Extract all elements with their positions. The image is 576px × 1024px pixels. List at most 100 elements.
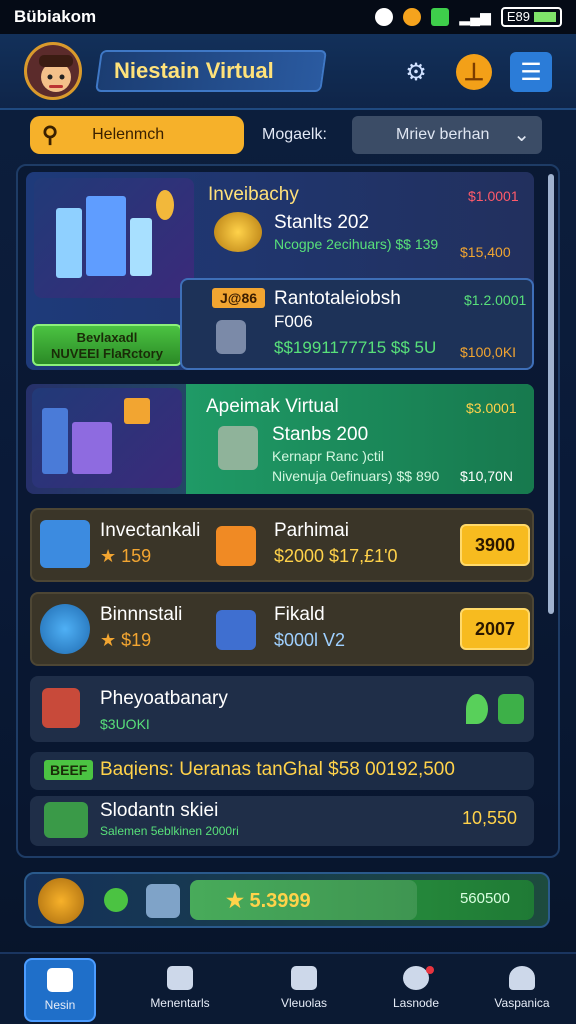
feature-1-title: Inveibachy <box>208 184 299 205</box>
feature-1-side: $15,400 <box>460 244 511 260</box>
nav-item-history[interactable]: Lasnode <box>366 958 466 1022</box>
feature-3-amount: $3.0001 <box>466 400 517 416</box>
feature-3-side: $10,70N <box>460 468 513 484</box>
feature-3-title: Apeimak Virtual <box>206 396 339 417</box>
list-item-1-price-2: $2000 $17,£1'0 <box>274 546 398 566</box>
buy-button-1[interactable]: 3900 <box>460 524 530 566</box>
cash-box-icon <box>146 884 180 918</box>
feature-card-3[interactable]: Apeimak Virtual $3.0001 Stanbs 200 Kerna… <box>26 384 534 494</box>
gear-icon: ⚙ <box>405 58 427 86</box>
list-item-2[interactable]: Binnnstali ★ $19 Fikald $000l V2 2007 <box>30 592 534 666</box>
boxes-icon <box>216 526 256 566</box>
filter-select[interactable]: Mriev berhan ⌄ <box>352 116 542 154</box>
list-item-3-sub: $3UOKI <box>100 716 150 732</box>
factory-button[interactable]: Bevlaxadl NUVEEI FlaRctory <box>32 324 182 366</box>
search-icon: ⚲ <box>42 122 59 147</box>
app-header: Niestain Virtual ⚙ ⊥ ☰ <box>0 34 576 110</box>
list-item-3[interactable]: Pheyoatbanary $3UOKI <box>30 676 534 742</box>
search-row: ⚲ Helenmch Mogaelk: Mriev berhan ⌄ <box>30 116 546 156</box>
app-title: Niestain Virtual <box>95 50 327 92</box>
feature-1-detail: Ncogpe 2ecihuars) $$ 139 <box>274 236 439 252</box>
menu-icon: ☰ <box>520 58 542 86</box>
filter-select-value: Mriev berhan <box>396 126 490 143</box>
bottom-navigation: Nesin Menentarls Vleuolas Lasnode Vaspan… <box>0 952 576 1024</box>
nav-item-gifts[interactable]: Vleuolas <box>254 958 354 1022</box>
nav-item-profile[interactable]: Vaspanica <box>472 958 572 1022</box>
promo-banner[interactable]: BEEF Baqiens: Ueranas tanGhal $58 00192,… <box>30 752 534 790</box>
chevron-down-icon: ⌄ <box>513 124 530 146</box>
feature-2-subtitle: F006 <box>274 312 313 331</box>
bottom-progress-bar: ★ 5.3999 560500 <box>24 872 550 928</box>
upload-icon[interactable] <box>498 694 524 724</box>
feature-2-title: Rantotaleiobsh <box>274 288 401 309</box>
progress-right-value: 560500 <box>459 890 510 907</box>
list-item-4-value: 10,550 <box>462 808 518 828</box>
list-item-1[interactable]: Invectankali ★ 159 Parhimai $2000 $17,£1… <box>30 508 534 582</box>
gear-tools-icon[interactable] <box>38 878 84 924</box>
settings-button[interactable]: ⚙ <box>398 54 434 90</box>
list-item-2-title: Binnnstali <box>100 604 183 625</box>
nav-label-members: Menentarls <box>150 996 210 1010</box>
search-placeholder: Helenmch <box>92 126 165 143</box>
feature-1-amount: $1.0001 <box>468 188 519 204</box>
bitcoin-icon <box>403 8 422 26</box>
feature-3-detail-1: Kernapr Ranc )ctil <box>272 448 385 464</box>
notification-dot <box>426 966 434 974</box>
list-item-2-price: ★ $19 <box>100 630 152 650</box>
list-item-4[interactable]: Slodantn skiei Salemen 5eblkinen 2000ri … <box>30 796 534 846</box>
feature-2-side: $100,0KI <box>460 344 517 360</box>
filter-label: Mogaelk: <box>262 126 327 143</box>
avatar-face-icon <box>27 45 79 97</box>
progress-bar: ★ 5.3999 560500 <box>190 880 534 920</box>
users-icon <box>167 966 193 990</box>
nav-label-home: Nesin <box>44 998 76 1012</box>
server-icon <box>216 320 246 354</box>
battery-icon: E89 <box>500 7 562 27</box>
notification-icon <box>375 8 394 26</box>
list-item-2-title-2: Fikald <box>274 604 325 625</box>
key-icon <box>104 888 128 912</box>
list-item-4-sub: Salemen 5eblkinen 2000ri <box>100 824 239 838</box>
buy-button-2[interactable]: 2007 <box>460 608 530 650</box>
list-item-4-title: Slodantn skiei <box>100 800 219 821</box>
nav-item-members[interactable]: Menentarls <box>130 958 230 1022</box>
promo-badge: BEEF <box>44 760 94 780</box>
target-icon <box>40 604 90 654</box>
rocket-icon <box>216 610 256 650</box>
gift-icon <box>291 966 317 990</box>
nav-label-profile: Vaspanica <box>494 996 550 1010</box>
search-input[interactable]: ⚲ Helenmch <box>30 116 244 154</box>
nav-label-gifts: Vleuolas <box>280 996 328 1010</box>
dollar-card-icon <box>44 802 88 838</box>
feature-2-tag: J@86 <box>212 288 266 308</box>
cash-stack-icon <box>218 426 258 470</box>
character-icon <box>42 688 80 728</box>
nav-item-home[interactable]: Nesin <box>24 958 96 1022</box>
progress-value: ★ 5.3999 <box>226 890 311 912</box>
scrollbar[interactable] <box>548 174 554 614</box>
signal-icon: ▂▄▆ <box>459 8 491 25</box>
list-item-1-price: ★ 159 <box>100 546 152 566</box>
feature-3-subtitle: Stanbs 200 <box>272 424 369 445</box>
home-icon <box>47 968 73 992</box>
coin-stack-icon <box>214 212 262 252</box>
coin-icon: ⊥ <box>463 58 485 86</box>
location-pin-icon[interactable] <box>466 694 488 724</box>
nav-label-history: Lasnode <box>392 996 440 1010</box>
avatar[interactable] <box>24 42 82 100</box>
list-item-1-title-2: Parhimai <box>274 520 349 541</box>
feature-2-detail: $$1991177715 $$ 5U <box>274 338 437 357</box>
money-icon <box>40 520 90 568</box>
feature-1-subtitle: Stanlts 202 <box>274 212 370 233</box>
city-illustration <box>34 178 194 298</box>
feature-card-2[interactable]: J@86 Rantotaleiobsh $1.2.0001 F006 $$199… <box>180 278 534 370</box>
status-icons: ▂▄▆ E89 <box>375 7 562 27</box>
coin-button[interactable]: ⊥ <box>456 54 492 90</box>
status-bar: Bübiakom ▂▄▆ E89 <box>0 0 576 34</box>
promo-text: Baqiens: Ueranas tanGhal $58 00192,500 <box>100 759 455 780</box>
profile-icon <box>509 966 535 990</box>
feature-2-amount: $1.2.0001 <box>464 292 527 308</box>
list-item-2-price-2: $000l V2 <box>274 630 346 650</box>
download-icon <box>431 8 450 26</box>
menu-button[interactable]: ☰ <box>510 52 552 92</box>
